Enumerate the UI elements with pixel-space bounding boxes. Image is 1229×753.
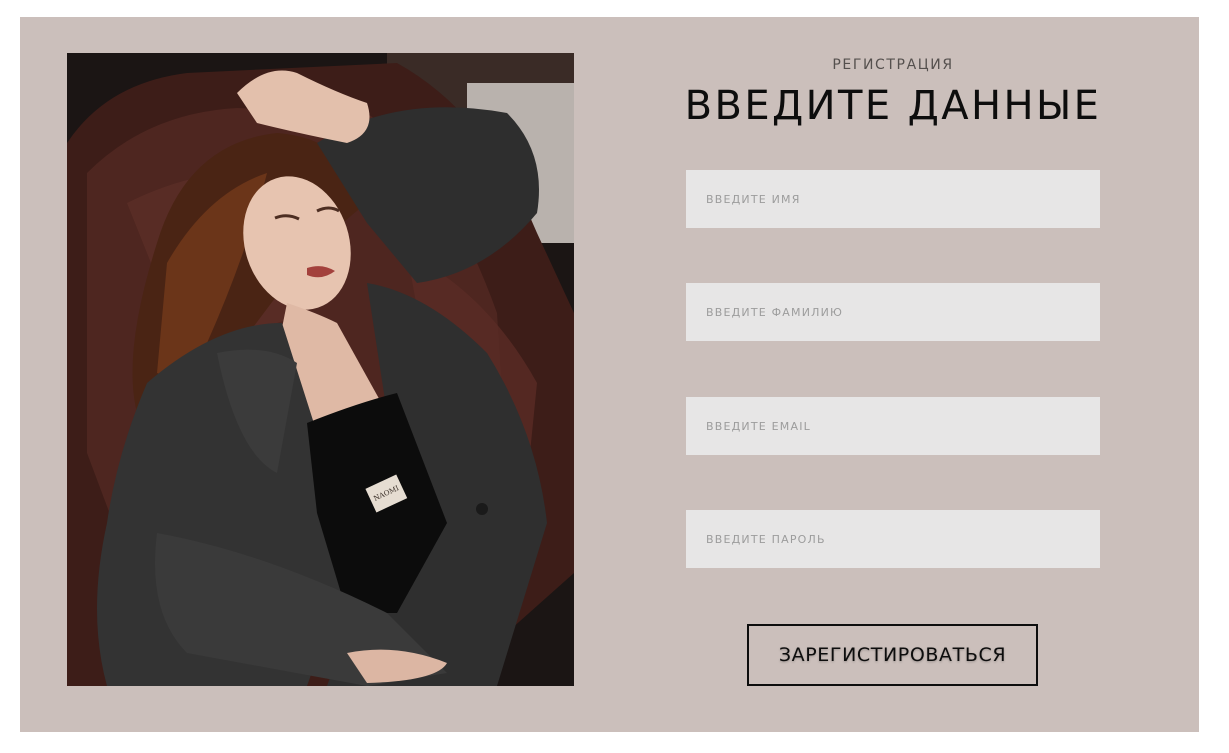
registration-panel: NAOMI РЕГИСТРАЦИЯ ВВЕДИТЕ ДАННЫЕ ЗАРЕГИС… bbox=[20, 17, 1199, 732]
first-name-input[interactable] bbox=[686, 170, 1100, 228]
email-input[interactable] bbox=[686, 397, 1100, 455]
last-name-input[interactable] bbox=[686, 283, 1100, 341]
password-input[interactable] bbox=[686, 510, 1100, 568]
model-photo: NAOMI bbox=[67, 53, 574, 686]
register-button[interactable]: ЗАРЕГИСТИРОВАТЬСЯ bbox=[747, 624, 1038, 686]
form-title: ВВЕДИТЕ ДАННЫЕ bbox=[684, 83, 1102, 129]
form-eyebrow: РЕГИСТРАЦИЯ bbox=[832, 57, 954, 73]
